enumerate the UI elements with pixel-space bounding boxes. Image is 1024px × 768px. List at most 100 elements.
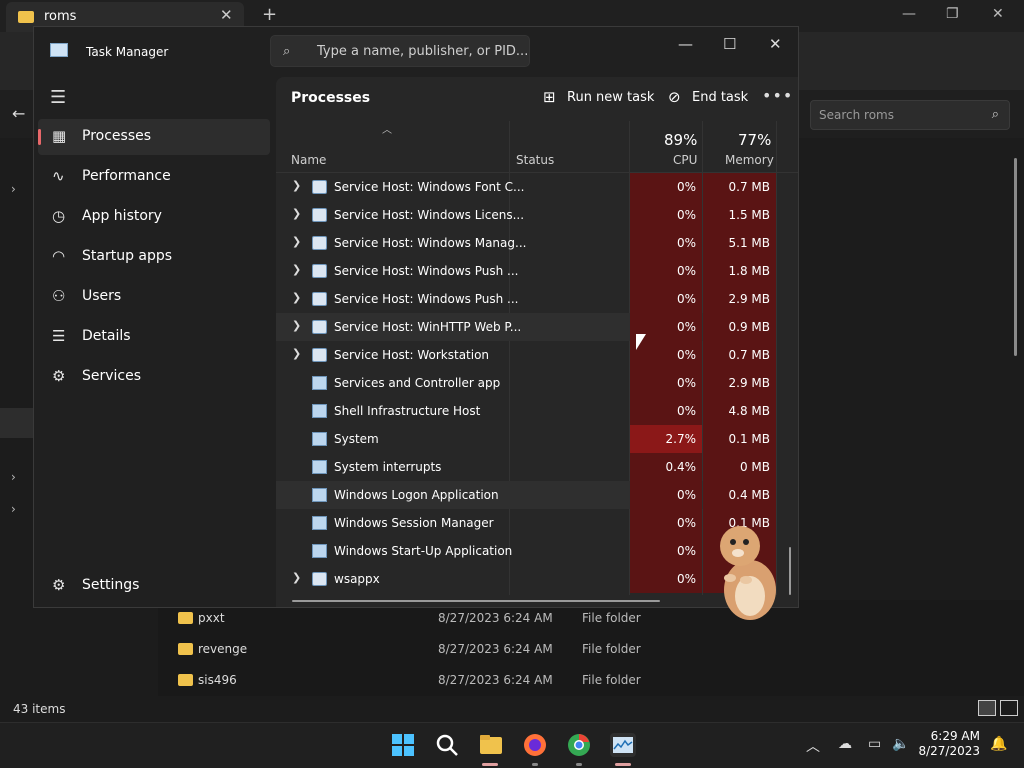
nav-item-app-history[interactable]: ◷ App history <box>38 199 270 235</box>
memory-value: 0.1 MB <box>728 432 770 446</box>
details-view-icon[interactable] <box>978 700 996 716</box>
maximize-icon[interactable]: ☐ <box>723 35 736 53</box>
table-row[interactable]: System interrupts 0.4% 0 MB <box>276 453 776 481</box>
nav-item-processes[interactable]: ▦ Processes <box>38 119 270 155</box>
explorer-close-icon[interactable]: ✕ <box>992 6 1004 22</box>
table-row[interactable]: Windows Start-Up Application 0% <box>276 537 776 565</box>
new-tab-button[interactable]: + <box>262 4 277 25</box>
horizontal-scrollbar[interactable] <box>292 600 660 602</box>
run-new-task-button[interactable]: ⊞ Run new task <box>543 87 654 111</box>
expand-chevron-icon[interactable]: ❯ <box>292 207 301 220</box>
table-row[interactable]: Windows Session Manager 0% 0.1 MB <box>276 509 776 537</box>
weather-icon[interactable]: ☁ <box>838 736 852 752</box>
chevron-right-icon[interactable]: › <box>11 470 16 484</box>
table-row[interactable]: Shell Infrastructure Host 0% 4.8 MB <box>276 397 776 425</box>
file-date: 8/27/2023 6:24 AM <box>438 673 553 687</box>
table-row[interactable]: Windows Logon Application 0% 0.4 MB <box>276 481 776 509</box>
app-history-icon: ◷ <box>52 207 66 225</box>
table-row[interactable]: System 2.7% 0.1 MB <box>276 425 776 453</box>
nav-item-services[interactable]: ⚙ Services <box>38 359 270 395</box>
firefox-icon[interactable] <box>522 733 548 757</box>
explorer-search-input[interactable]: Search roms ⌕ <box>810 100 1010 130</box>
chevron-up-icon[interactable]: ︿ <box>806 736 820 756</box>
file-type: File folder <box>582 642 641 656</box>
service-host-icon <box>312 292 327 306</box>
table-row[interactable]: ❯ wsappx 0% <box>276 565 776 593</box>
app-title: Task Manager <box>86 45 169 59</box>
file-explorer-icon[interactable] <box>478 733 504 757</box>
network-icon[interactable]: ▭ <box>868 736 881 752</box>
chevron-right-icon[interactable]: › <box>11 502 16 516</box>
list-item[interactable]: revenge 8/27/2023 6:24 AM File folder <box>158 634 858 664</box>
nav-item-startup-apps[interactable]: ◠ Startup apps <box>38 239 270 275</box>
column-status[interactable]: Status <box>516 153 554 167</box>
memory-value: 1.8 MB <box>728 264 770 278</box>
table-row[interactable]: ❯ Service Host: WinHTTP Web P... 0% 0.9 MB <box>276 313 776 341</box>
nav-selection[interactable] <box>0 408 36 438</box>
end-task-button[interactable]: ⊘ End task <box>668 87 748 111</box>
notifications-icon[interactable]: 🔔 <box>990 736 1007 752</box>
service-host-icon <box>312 236 327 250</box>
process-search-input[interactable]: ⌕ Type a name, publisher, or PID... <box>270 35 530 67</box>
nav-item-details[interactable]: ☰ Details <box>38 319 270 355</box>
cpu-cell: 0% <box>630 257 702 285</box>
nav-item-performance[interactable]: ∿ Performance <box>38 159 270 195</box>
table-row[interactable]: ❯ Service Host: Windows Push ... 0% 1.8 MB <box>276 257 776 285</box>
clock[interactable]: 6:29 AM 8/27/2023 <box>918 729 980 759</box>
table-row[interactable]: ❯ Service Host: Windows Push ... 0% 2.9 MB <box>276 285 776 313</box>
process-name: Windows Session Manager <box>334 516 494 530</box>
chevron-right-icon[interactable]: › <box>11 182 16 196</box>
tiles-view-icon[interactable] <box>1000 700 1018 716</box>
memory-value: 0.4 MB <box>728 488 770 502</box>
expand-chevron-icon[interactable]: ❯ <box>292 179 301 192</box>
column-memory[interactable]: Memory <box>725 153 774 167</box>
table-row[interactable]: ❯ Service Host: Workstation 0% 0.7 MB <box>276 341 776 369</box>
explorer-minimize-icon[interactable]: — <box>902 6 916 22</box>
table-row[interactable]: ❯ Service Host: Windows Manag... 0% 5.1 MB <box>276 229 776 257</box>
memory-cell: 0.1 MB <box>703 425 776 453</box>
column-cpu[interactable]: CPU <box>673 153 697 167</box>
nav-label: Processes <box>82 128 152 144</box>
more-options-icon[interactable]: ••• <box>762 86 793 105</box>
file-date: 8/27/2023 6:24 AM <box>438 642 553 656</box>
expand-chevron-icon[interactable]: ❯ <box>292 319 301 332</box>
app-icon <box>312 460 327 474</box>
volume-icon[interactable]: 🔈 <box>892 736 909 752</box>
expand-chevron-icon[interactable]: ❯ <box>292 263 301 276</box>
clock-time: 6:29 AM <box>930 729 980 743</box>
column-name[interactable]: Name <box>291 153 326 167</box>
task-manager-taskbar-icon[interactable] <box>610 733 636 757</box>
memory-value: 2.9 MB <box>728 292 770 306</box>
minimize-icon[interactable]: — <box>678 35 693 53</box>
nav-item-settings[interactable]: ⚙ Settings <box>38 568 270 604</box>
expand-chevron-icon[interactable]: ❯ <box>292 347 301 360</box>
list-item[interactable]: sis496 8/27/2023 6:24 AM File folder <box>158 665 858 695</box>
close-tab-icon[interactable]: ✕ <box>220 6 233 24</box>
table-row[interactable]: ❯ Service Host: Windows Licens... 0% 1.5 MB <box>276 201 776 229</box>
expand-chevron-icon[interactable]: ❯ <box>292 235 301 248</box>
chrome-icon[interactable] <box>566 733 592 757</box>
hamburger-menu-icon[interactable]: ☰ <box>50 87 66 108</box>
services-icon: ⚙ <box>52 367 66 385</box>
cpu-cell: 0% <box>630 537 702 565</box>
explorer-restore-icon[interactable]: ❐ <box>946 6 959 22</box>
table-row[interactable]: Services and Controller app 0% 2.9 MB <box>276 369 776 397</box>
memory-total: 77% <box>738 131 772 149</box>
explorer-scrollbar[interactable] <box>1014 158 1017 356</box>
nav-item-users[interactable]: ⚇ Users <box>38 279 270 315</box>
cpu-value: 0% <box>676 572 696 586</box>
windows-start-icon[interactable] <box>390 733 416 757</box>
vertical-scrollbar[interactable] <box>789 547 791 595</box>
table-row[interactable]: ❯ Service Host: Windows Font C... 0% 0.7 MB <box>276 173 776 201</box>
cpu-total: 89% <box>664 131 698 149</box>
search-icon[interactable] <box>434 733 460 757</box>
item-count: 43 items <box>13 702 66 716</box>
app-icon <box>312 516 327 530</box>
expand-chevron-icon[interactable]: ❯ <box>292 571 301 584</box>
memory-cell: 5.1 MB <box>703 229 776 257</box>
expand-chevron-icon[interactable]: ❯ <box>292 291 301 304</box>
close-icon[interactable]: ✕ <box>769 35 782 53</box>
back-arrow-icon[interactable]: ← <box>12 104 25 123</box>
cpu-value: 0% <box>676 348 696 362</box>
hamster-image <box>720 526 776 620</box>
